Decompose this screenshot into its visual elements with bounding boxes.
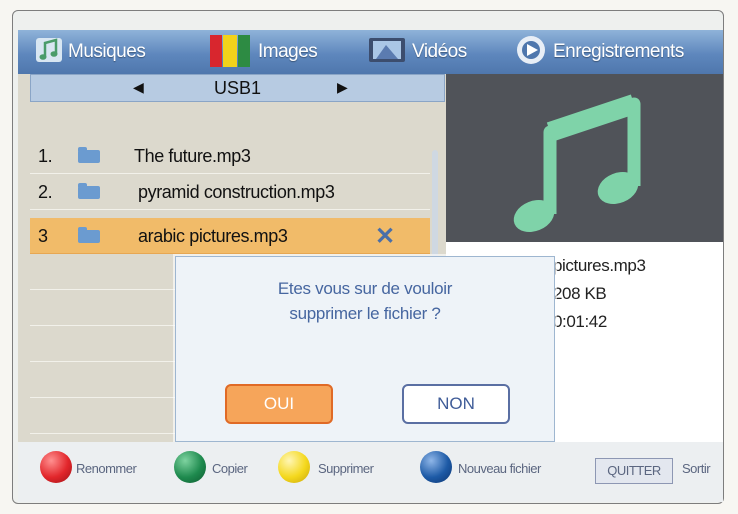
file-row[interactable]: 2. pyramid construction.mp3 <box>30 174 430 210</box>
source-label: USB1 <box>213 78 262 98</box>
tab-videos[interactable]: Vidéos <box>368 30 467 74</box>
tab-label: Vidéos <box>412 41 467 62</box>
record-reel-icon <box>515 34 547 71</box>
rename-label: Renommer <box>76 461 137 476</box>
row-number: 2. <box>38 182 53 202</box>
tab-label: Enregistrements <box>553 41 684 62</box>
tab-label: Images <box>258 41 318 62</box>
media-tab-bar: Musiques Images Vidéos Enregistrements <box>18 30 723 75</box>
dialog-message-line1: Etes vous sur de vouloir <box>277 279 453 298</box>
info-size: 208 KB <box>553 284 607 303</box>
info-filename: pictures.mp3 <box>553 256 646 275</box>
album-art <box>446 74 723 242</box>
folder-icon <box>78 227 100 243</box>
folder-icon <box>78 147 100 163</box>
right-arrow-icon[interactable]: ▶ <box>337 79 348 96</box>
no-button[interactable]: NON <box>402 384 510 424</box>
file-name: pyramid construction.mp3 <box>138 182 335 202</box>
red-button-icon[interactable] <box>40 451 72 483</box>
tab-musiques[interactable]: Musiques <box>36 30 146 74</box>
yes-button[interactable]: OUI <box>225 384 333 424</box>
video-film-icon <box>368 35 406 70</box>
tab-enregistrements[interactable]: Enregistrements <box>515 30 684 74</box>
green-button-icon[interactable] <box>174 451 206 483</box>
delete-mark-icon: ✕ <box>375 223 395 250</box>
delete-confirm-dialog: Etes vous sur de vouloir supprimer le fi… <box>175 256 555 442</box>
folder-icon <box>78 183 100 199</box>
new-file-label: Nouveau fichier <box>458 461 541 476</box>
scrollbar[interactable] <box>432 150 438 260</box>
dialog-message-line2: supprimer le fichier ? <box>289 304 441 323</box>
blue-button-icon[interactable] <box>420 451 452 483</box>
delete-label: Supprimer <box>318 461 374 476</box>
info-duration: 0:01:42 <box>553 312 607 331</box>
color-pencils-icon <box>208 33 252 72</box>
quit-key[interactable]: QUITTER <box>595 458 673 484</box>
source-selector[interactable]: ◀ USB1 ▶ <box>30 74 445 102</box>
tab-images[interactable]: Images <box>208 30 318 74</box>
file-row[interactable]: 1. The future.mp3 <box>30 138 430 174</box>
music-note-icon <box>36 36 62 69</box>
music-note-icon <box>513 94 641 232</box>
tab-label: Musiques <box>68 41 146 62</box>
file-row-selected[interactable]: 3 arabic pictures.mp3 ✕ <box>30 218 430 254</box>
exit-label: Sortir <box>682 461 711 476</box>
copy-label: Copier <box>212 461 248 476</box>
yellow-button-icon[interactable] <box>278 451 310 483</box>
file-name: The future.mp3 <box>134 146 251 166</box>
row-number: 1. <box>38 146 53 166</box>
file-name: arabic pictures.mp3 <box>138 226 288 246</box>
row-number: 3 <box>38 226 48 246</box>
